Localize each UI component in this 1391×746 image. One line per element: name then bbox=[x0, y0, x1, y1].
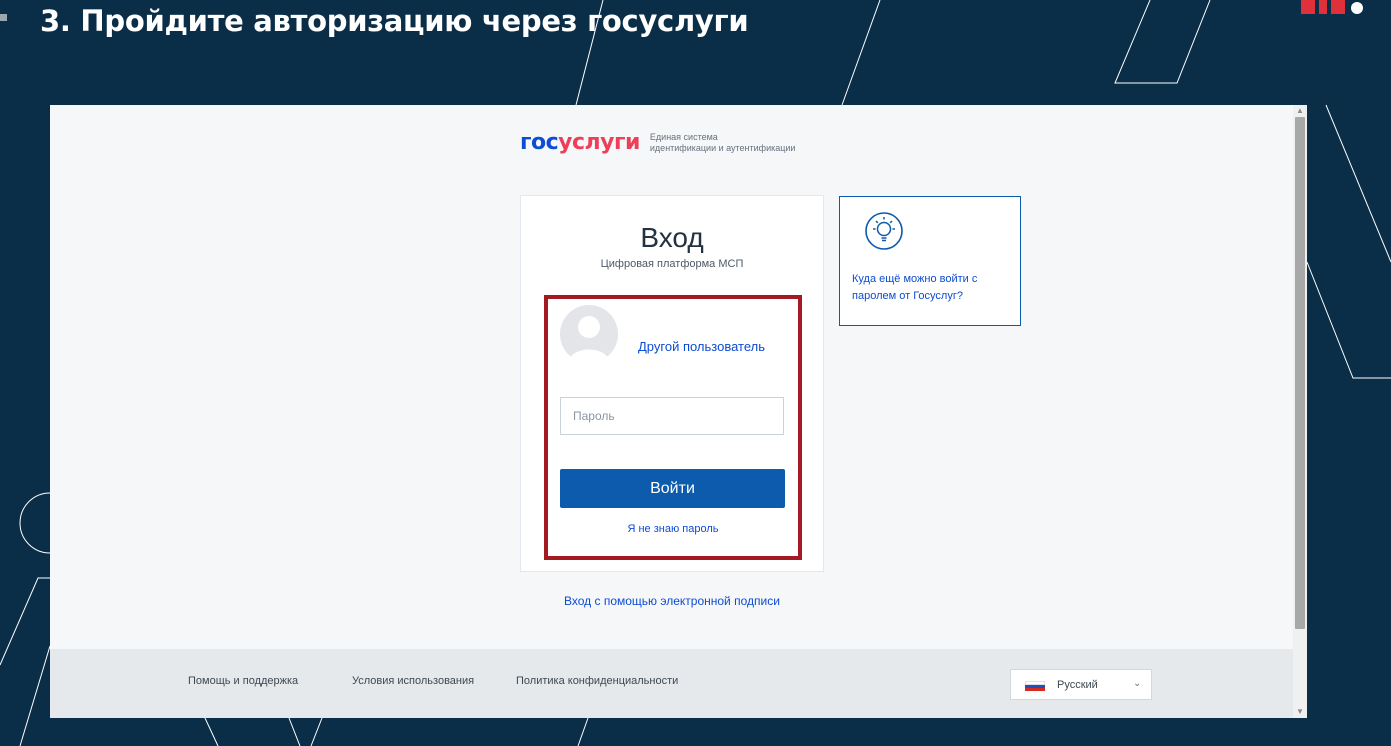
other-user-link[interactable]: Другой пользователь bbox=[638, 339, 765, 354]
user-silhouette-icon bbox=[568, 316, 610, 363]
footer: Помощь и поддержка Условия использования… bbox=[50, 649, 1293, 718]
browser-screenshot: госуслуги Единая система идентификации и… bbox=[50, 105, 1307, 718]
language-select[interactable]: Русский ⌄ bbox=[1010, 669, 1152, 700]
info-card[interactable]: Куда ещё можно войти с паролем от Госусл… bbox=[839, 196, 1021, 326]
footer-link-help[interactable]: Помощь и поддержка bbox=[188, 675, 298, 687]
password-field[interactable] bbox=[560, 397, 784, 435]
highlight-frame: Другой пользователь Войти Я не знаю паро… bbox=[544, 295, 802, 560]
login-card: Вход Цифровая платформа МСП Другой польз… bbox=[520, 195, 824, 572]
footer-link-terms[interactable]: Условия использования bbox=[352, 675, 474, 687]
login-subtitle: Цифровая платформа МСП bbox=[600, 258, 744, 270]
login-button[interactable]: Войти bbox=[560, 469, 785, 508]
footer-link-privacy[interactable]: Политика конфиденциальности bbox=[516, 675, 678, 687]
forgot-password-link[interactable]: Я не знаю пароль bbox=[548, 523, 798, 535]
russian-flag-icon bbox=[1025, 681, 1045, 691]
lightbulb-icon bbox=[865, 212, 903, 250]
info-card-text: Куда ещё можно войти с паролем от Госусл… bbox=[852, 273, 978, 302]
slide-bullet bbox=[0, 14, 7, 21]
brand-logo-mark bbox=[1301, 0, 1363, 14]
scrollbar[interactable]: ▲ ▼ bbox=[1293, 105, 1307, 718]
slide-title: 3. Пройдите авторизацию через госуслуги bbox=[40, 4, 749, 38]
scrollbar-thumb[interactable] bbox=[1295, 117, 1305, 629]
scroll-up-icon[interactable]: ▲ bbox=[1293, 105, 1307, 117]
scroll-down-icon[interactable]: ▼ bbox=[1293, 706, 1307, 718]
login-title: Вход bbox=[640, 222, 704, 253]
avatar bbox=[560, 305, 618, 363]
gosuslugi-logo: госуслуги Единая система идентификации и… bbox=[520, 132, 795, 154]
logo-subtitle: Единая система идентификации и аутентифи… bbox=[649, 132, 796, 153]
chevron-down-icon: ⌄ bbox=[1133, 678, 1142, 689]
digital-signature-link[interactable]: Вход с помощью электронной подписи bbox=[564, 594, 780, 608]
logo-word: госуслуги bbox=[520, 130, 640, 155]
language-label: Русский bbox=[1057, 679, 1098, 691]
